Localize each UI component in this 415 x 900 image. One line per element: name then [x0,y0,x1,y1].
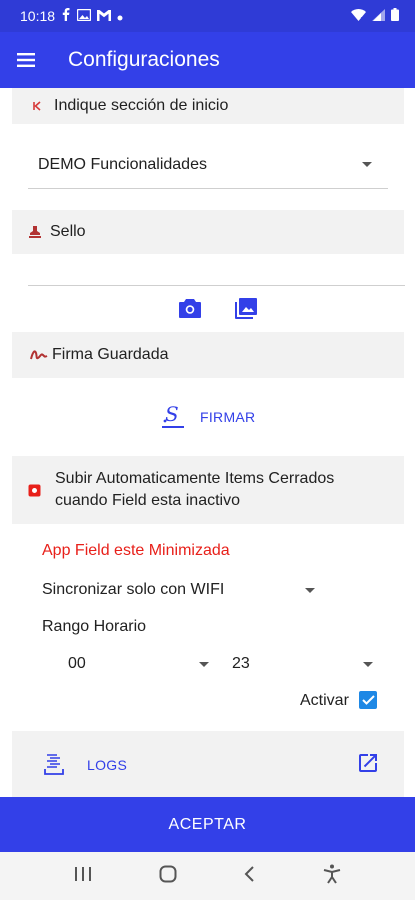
from-hour-dropdown[interactable]: 00 [68,652,213,676]
start-section-dropdown[interactable]: DEMO Funcionalidades [28,145,388,185]
chevron-down-icon [199,662,209,667]
image-icon [76,8,92,24]
svg-text:S: S [165,403,179,426]
logs-stack-icon[interactable] [42,752,66,778]
gmail-icon [97,8,112,24]
home-icon[interactable] [159,865,177,888]
status-right: x [351,8,399,24]
activate-checkbox[interactable] [359,691,377,709]
logs-row [12,731,404,797]
activate-label: Activar [300,692,349,709]
signature-section-header: Firma Guardada [12,332,404,378]
signature-icon [30,349,48,361]
auto-upload-section-label: Subir Automaticamente Items Cerrados cua… [55,470,335,509]
sync-option-dropdown[interactable]: Sincronizar solo con WIFI [42,578,322,602]
from-hour-value: 00 [68,655,86,672]
svg-text:x: x [361,16,364,21]
dot-icon [117,8,123,24]
recent-apps-icon[interactable] [74,866,92,887]
pen-signature-icon[interactable]: S [160,402,186,430]
signal-icon [372,8,385,24]
wifi-icon: x [351,8,366,24]
status-left: 10:18 [20,8,123,24]
start-section-header: Indique sección de inicio [12,88,404,124]
sign-button[interactable]: FIRMAR [200,409,255,425]
stamp-divider [28,285,405,286]
logs-button[interactable]: LOGS [87,757,127,773]
open-external-icon[interactable] [354,750,382,776]
stamp-section-header: Sello [12,210,404,254]
signature-section-label: Firma Guardada [52,346,169,363]
facebook-icon [61,8,71,24]
system-nav-bar [0,852,415,900]
accept-button[interactable]: ACEPTAR [0,797,415,852]
page-title: Configuraciones [68,48,220,71]
to-hour-dropdown[interactable]: 23 [232,652,377,676]
to-hour-value: 23 [232,655,250,672]
back-icon[interactable] [244,865,256,887]
hamburger-menu-icon[interactable] [0,32,54,88]
chevron-down-icon [362,162,372,167]
status-time: 10:18 [20,8,56,24]
start-section-divider [28,188,388,189]
camera-icon[interactable] [176,295,204,321]
stamp-section-label: Sello [50,223,86,240]
upload-status-icon [28,484,41,497]
chevron-down-icon [305,588,315,593]
sync-option-value: Sincronizar solo con WIFI [42,581,225,598]
start-section-value: DEMO Funcionalidades [38,156,207,173]
chevron-down-icon [363,662,373,667]
auto-upload-section-header: Subir Automaticamente Items Cerrados cua… [12,456,404,524]
time-range-label: Rango Horario [42,618,147,635]
app-minimized-text: App Field este Minimizada [42,542,230,559]
battery-icon [391,8,399,24]
gallery-icon[interactable] [232,295,260,321]
stamp-icon [28,225,46,239]
start-section-label: Indique sección de inicio [54,97,229,114]
app-bar: Configuraciones [0,32,415,88]
status-bar: 10:18 x [0,0,415,32]
accessibility-icon[interactable] [323,864,341,889]
start-section-icon [32,101,50,111]
